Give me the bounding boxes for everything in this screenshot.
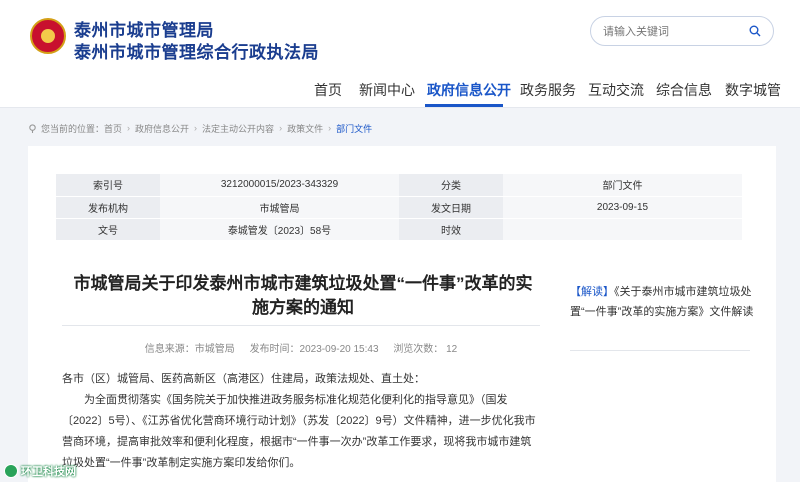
- meta-key-doc-number: 文号: [56, 218, 160, 241]
- breadcrumb-item-dept-docs[interactable]: 部门文件: [336, 122, 372, 135]
- meta-value-publisher: 市城管局: [160, 196, 399, 219]
- nav-item-news[interactable]: 新闻中心: [359, 80, 415, 100]
- article-source: 信息来源：市城管局: [144, 344, 235, 355]
- title-divider: [62, 325, 540, 326]
- nav-item-services[interactable]: 政务服务: [520, 80, 576, 100]
- meta-value-issue-date: 2023-09-15: [503, 196, 742, 219]
- search-box[interactable]: [590, 16, 774, 46]
- article-body: 各市（区）城管局、医药高新区（高港区）住建局，政策法规处、直土处： 为全面贯彻落…: [62, 369, 542, 474]
- watermark-logo-icon: [4, 464, 18, 478]
- meta-value-category: 部门文件: [503, 174, 742, 197]
- search-input[interactable]: [603, 23, 733, 41]
- meta-row: 索引号 3212000015/2023-343329 分类 部门文件: [56, 174, 742, 197]
- watermark: 环卫科技网: [4, 462, 76, 480]
- nav-item-general-info[interactable]: 综合信息: [656, 80, 712, 100]
- related-interpretation-link[interactable]: 【解读】《关于泰州市城市建筑垃圾处置“一件事”改革的实施方案》文件解读: [570, 282, 754, 322]
- breadcrumb-item-gov-info[interactable]: 政府信息公开: [135, 122, 189, 135]
- meta-row: 发布机构 市城管局 发文日期 2023-09-15: [56, 196, 742, 219]
- nav-item-digital-city[interactable]: 数字城管: [725, 80, 781, 100]
- meta-key-validity: 时效: [399, 218, 503, 241]
- breadcrumb-prefix: 您当前的位置：: [41, 123, 105, 134]
- interpretation-tag: 【解读】: [570, 286, 614, 298]
- government-emblem-icon: [30, 18, 66, 54]
- meta-row: 文号 泰城管发〔2023〕58号 时效: [56, 218, 742, 241]
- meta-key-issue-date: 发文日期: [399, 196, 503, 219]
- main-nav: 首页 新闻中心 政府信息公开 政务服务 互动交流 综合信息 数字城管: [0, 70, 800, 108]
- meta-key-index: 索引号: [56, 174, 160, 197]
- watermark-text: 环卫科技网: [21, 466, 76, 478]
- nav-item-home[interactable]: 首页: [314, 80, 342, 100]
- site-header: 泰州市城市管理局 泰州市城市管理综合行政执法局: [0, 0, 800, 70]
- breadcrumb-item-home[interactable]: 首页: [104, 122, 122, 135]
- meta-key-category: 分类: [399, 174, 503, 197]
- breadcrumb-item-mandatory[interactable]: 法定主动公开内容: [202, 122, 274, 135]
- nav-item-interaction[interactable]: 互动交流: [588, 80, 644, 100]
- breadcrumb-separator: ›: [279, 123, 283, 133]
- article-view-count: 浏览次数： 12: [393, 344, 458, 355]
- article-title: 市城管局关于印发泰州市城市建筑垃圾处置“一件事”改革的实施方案的通知: [73, 274, 533, 317]
- breadcrumb-item-policy[interactable]: 政策文件: [287, 122, 323, 135]
- meta-key-publisher: 发布机构: [56, 196, 160, 219]
- meta-value-index: 3212000015/2023-343329: [160, 174, 399, 197]
- article-publish-time: 发布时间：2023-09-20 15:43: [249, 344, 379, 355]
- sidebar-divider: [570, 350, 750, 351]
- breadcrumb-separator: ›: [127, 123, 131, 133]
- article-info-bar: 信息来源：市城管局 发布时间：2023-09-20 15:43 浏览次数： 12: [62, 340, 540, 355]
- breadcrumb-separator: ›: [328, 123, 332, 133]
- nav-item-gov-info[interactable]: 政府信息公开: [427, 80, 511, 100]
- article-paragraph: 为全面贯彻落实《国务院关于加快推进政务服务标准化规范化便利化的指导意见》（国发〔…: [62, 394, 536, 469]
- location-icon: [29, 123, 36, 133]
- meta-value-doc-number: 泰城管发〔2023〕58号: [160, 218, 399, 241]
- document-meta-table: 索引号 3212000015/2023-343329 分类 部门文件 发布机构 …: [56, 174, 742, 241]
- search-icon[interactable]: [749, 25, 761, 37]
- breadcrumb: 您当前的位置： 首页 › 政府信息公开 › 法定主动公开内容 › 政策文件 › …: [28, 120, 372, 136]
- article-salutation: 各市（区）城管局、医药高新区（高港区）住建局，政策法规处、直土处：: [62, 373, 425, 385]
- breadcrumb-separator: ›: [194, 123, 198, 133]
- meta-value-validity: [503, 218, 742, 241]
- site-title-line2[interactable]: 泰州市城市管理综合行政执法局: [74, 38, 319, 63]
- active-nav-indicator: [425, 104, 503, 107]
